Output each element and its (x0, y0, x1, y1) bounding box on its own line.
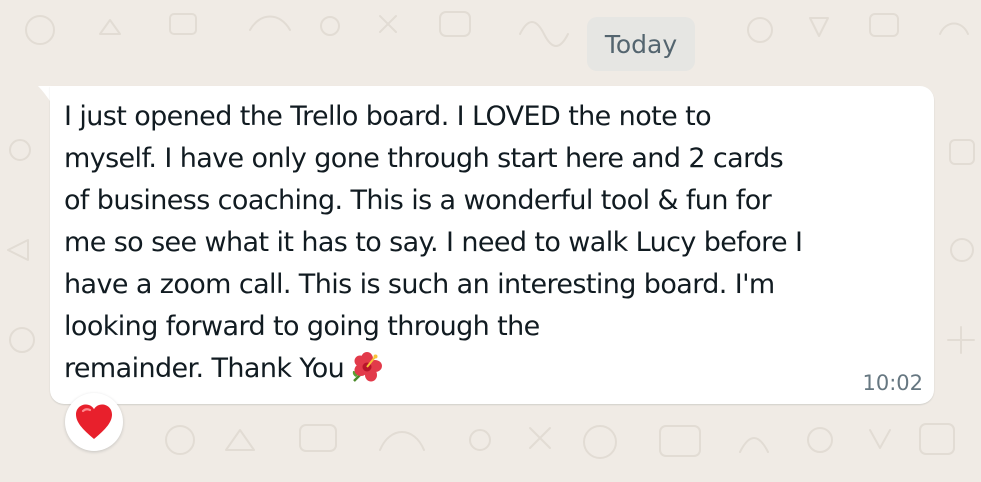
message-line: of business coaching. This is a wonderfu… (64, 185, 772, 216)
message-line: remainder. Thank You (64, 353, 345, 384)
message-timestamp: 10:02 (862, 371, 923, 395)
message-last-line: remainder. Thank You (64, 348, 924, 390)
red-heart-icon (76, 404, 112, 439)
date-separator: Today (587, 17, 695, 71)
message-bubble[interactable]: I just opened the Trello board. I LOVED … (50, 86, 934, 404)
message-line: me so see what it has to say. I need to … (64, 227, 803, 258)
reaction-badge[interactable] (65, 393, 123, 451)
message-line: have a zoom call. This is such an intere… (64, 269, 775, 300)
message-text: I just opened the Trello board. I LOVED … (64, 96, 924, 390)
message-line: looking forward to going through the (64, 311, 540, 342)
message-line: I just opened the Trello board. I LOVED … (64, 101, 712, 132)
date-separator-label: Today (604, 29, 678, 59)
hibiscus-emoji (352, 352, 383, 382)
message-line: myself. I have only gone through start h… (64, 143, 784, 174)
